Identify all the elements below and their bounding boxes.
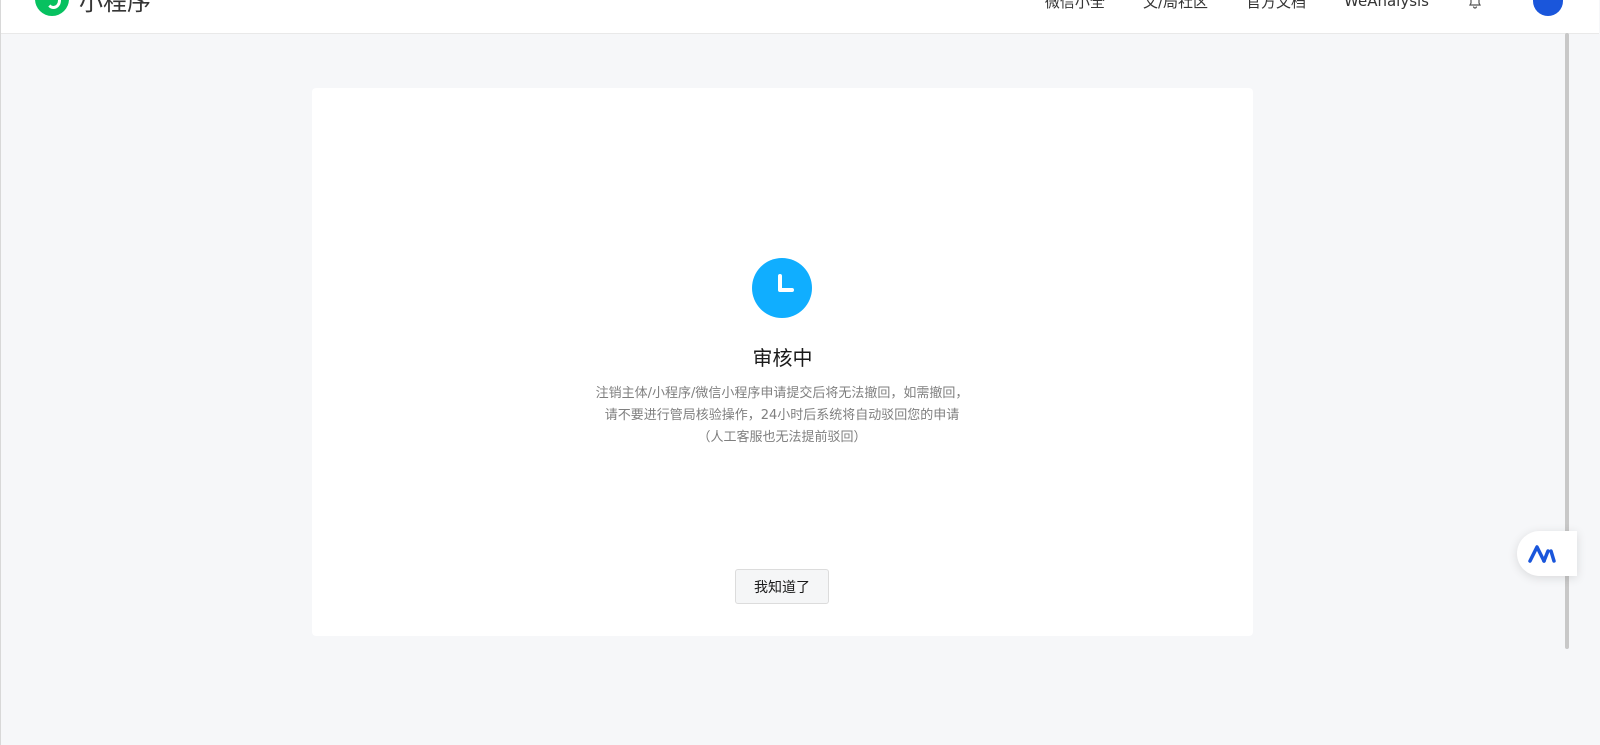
window-left-border: [0, 0, 1, 745]
nav-item-wechat[interactable]: 微信小全: [1045, 0, 1105, 12]
miniprogram-logo-icon: [35, 0, 69, 16]
nav-item-analysis[interactable]: WeAnalysis: [1344, 0, 1429, 10]
status-description: 注销主体/小程序/微信小程序申请提交后将无法撤回，如需撤回，请不要进行管局核验操…: [595, 386, 969, 445]
brand-name: 小程序: [79, 0, 151, 16]
bell-icon[interactable]: [1467, 0, 1483, 9]
clock-icon: [752, 258, 812, 318]
status-card: 审核中 注销主体/小程序/微信小程序申请提交后将无法撤回，如需撤回，请不要进行管…: [312, 88, 1253, 636]
user-avatar[interactable]: [1533, 0, 1563, 16]
top-navigation-bar: 小程序 微信小全 文/局社区 官方文档 WeAnalysis: [1, 0, 1599, 34]
ai-assistant-icon: [1528, 545, 1556, 563]
acknowledge-button[interactable]: 我知道了: [735, 569, 829, 604]
nav-item-community[interactable]: 文/局社区: [1143, 0, 1208, 12]
status-title: 审核中: [752, 346, 813, 370]
ai-assistant-button[interactable]: [1517, 531, 1577, 576]
nav-item-docs[interactable]: 官方文档: [1246, 0, 1306, 12]
top-nav: 微信小全 文/局社区 官方文档 WeAnalysis: [1045, 0, 1599, 16]
brand[interactable]: 小程序: [35, 0, 151, 16]
